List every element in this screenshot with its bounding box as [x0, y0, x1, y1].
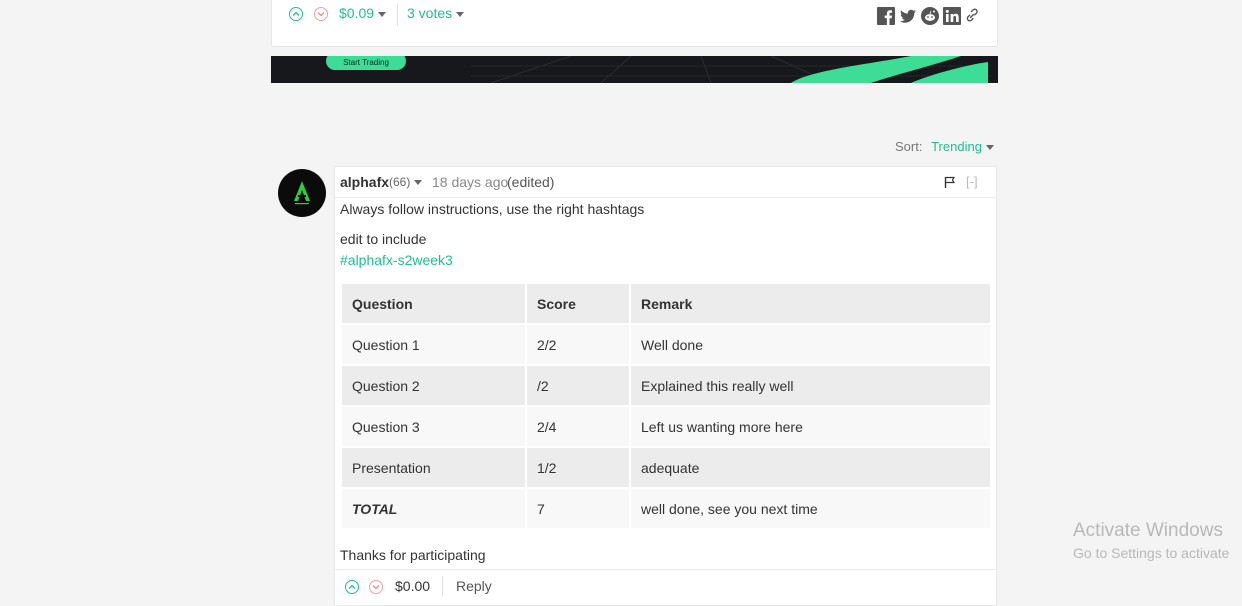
hashtag-link[interactable]: #alphafx-s2week3 — [340, 252, 453, 268]
linkedin-icon[interactable] — [943, 7, 961, 25]
table-row: Presentation 1/2 adequate — [342, 448, 990, 487]
ad-banner[interactable]: Start Trading — [271, 56, 998, 83]
twitter-icon[interactable] — [899, 7, 917, 25]
avatar[interactable] — [278, 169, 326, 217]
sort-control[interactable]: Sort: Trending — [895, 139, 994, 154]
start-trading-button[interactable]: Start Trading — [326, 56, 406, 70]
table-cell: 2/2 — [527, 325, 629, 364]
table-cell: Question 3 — [342, 407, 525, 446]
activate-windows-subtitle: Go to Settings to activate — [1073, 545, 1230, 561]
sort-label: Sort: — [895, 139, 923, 154]
reply-button[interactable]: Reply — [456, 578, 492, 594]
table-row: Question 1 2/2 Well done — [342, 325, 990, 364]
votes-count: 3 votes — [407, 5, 453, 21]
activate-windows-title: Activate Windows — [1073, 520, 1223, 541]
facebook-icon[interactable] — [877, 7, 895, 25]
alphafx-logo-icon — [294, 181, 310, 205]
table-cell: TOTAL — [342, 489, 525, 528]
table-cell: 1/2 — [527, 448, 629, 487]
reddit-icon[interactable] — [921, 7, 939, 25]
author-reputation[interactable]: (66) — [389, 175, 423, 189]
table-row: TOTAL 7 well done, see you next time — [342, 489, 990, 528]
comment-line-intro: Always follow instructions, use the righ… — [340, 201, 645, 217]
table-cell: 7 — [527, 489, 629, 528]
table-cell: Left us wanting more here — [631, 407, 990, 446]
table-cell: Question 1 — [342, 325, 525, 364]
comment-author[interactable]: alphafx — [340, 174, 389, 190]
downvote-icon[interactable] — [314, 7, 328, 21]
table-cell: /2 — [527, 366, 629, 405]
chevron-down-icon — [378, 11, 387, 17]
table-header: Remark — [631, 284, 990, 323]
reputation-value: (66) — [389, 175, 411, 189]
payout-value: $0.09 — [339, 5, 375, 21]
comment-line-edit-note: edit to include — [340, 231, 427, 247]
comment-timestamp[interactable]: 18 days ago — [432, 174, 508, 190]
table-header: Score — [527, 284, 629, 323]
votes-dropdown[interactable]: 3 votes — [407, 5, 465, 21]
table-cell: Explained this really well — [631, 366, 990, 405]
score-table: Question Score Remark Question 1 2/2 Wel… — [340, 282, 992, 530]
upvote-icon[interactable] — [289, 7, 303, 21]
table-cell: adequate — [631, 448, 990, 487]
table-cell: Presentation — [342, 448, 525, 487]
comment-payout[interactable]: $0.00 — [395, 578, 430, 594]
payout-dropdown[interactable]: $0.09 — [339, 5, 387, 21]
downvote-icon[interactable] — [369, 580, 383, 594]
comment-line-closing: Thanks for participating — [340, 547, 486, 563]
table-row: Question 2 /2 Explained this really well — [342, 366, 990, 405]
table-cell: Question 2 — [342, 366, 525, 405]
flag-icon[interactable] — [944, 176, 956, 188]
table-cell: well done, see you next time — [631, 489, 990, 528]
sort-value[interactable]: Trending — [931, 139, 982, 154]
table-header: Question — [342, 284, 525, 323]
collapse-toggle[interactable]: [-] — [966, 174, 978, 189]
upvote-icon[interactable] — [345, 580, 359, 594]
comment: alphafx (66) 18 days ago (edited) [-] Al… — [334, 166, 997, 606]
divider — [397, 4, 398, 26]
table-header-row: Question Score Remark — [342, 284, 990, 323]
table-row: Question 3 2/4 Left us wanting more here — [342, 407, 990, 446]
divider — [442, 576, 443, 596]
table-cell: Well done — [631, 325, 990, 364]
table-cell: 2/4 — [527, 407, 629, 446]
comment-footer: $0.00 Reply — [335, 569, 996, 606]
post-footer: $0.09 3 votes — [271, 0, 998, 47]
chevron-down-icon — [414, 180, 423, 186]
edited-label: (edited) — [507, 174, 555, 190]
chevron-down-icon — [985, 145, 994, 151]
comment-header: alphafx (66) 18 days ago (edited) [-] — [335, 167, 996, 198]
chevron-down-icon — [456, 11, 465, 17]
link-icon[interactable] — [965, 7, 979, 23]
